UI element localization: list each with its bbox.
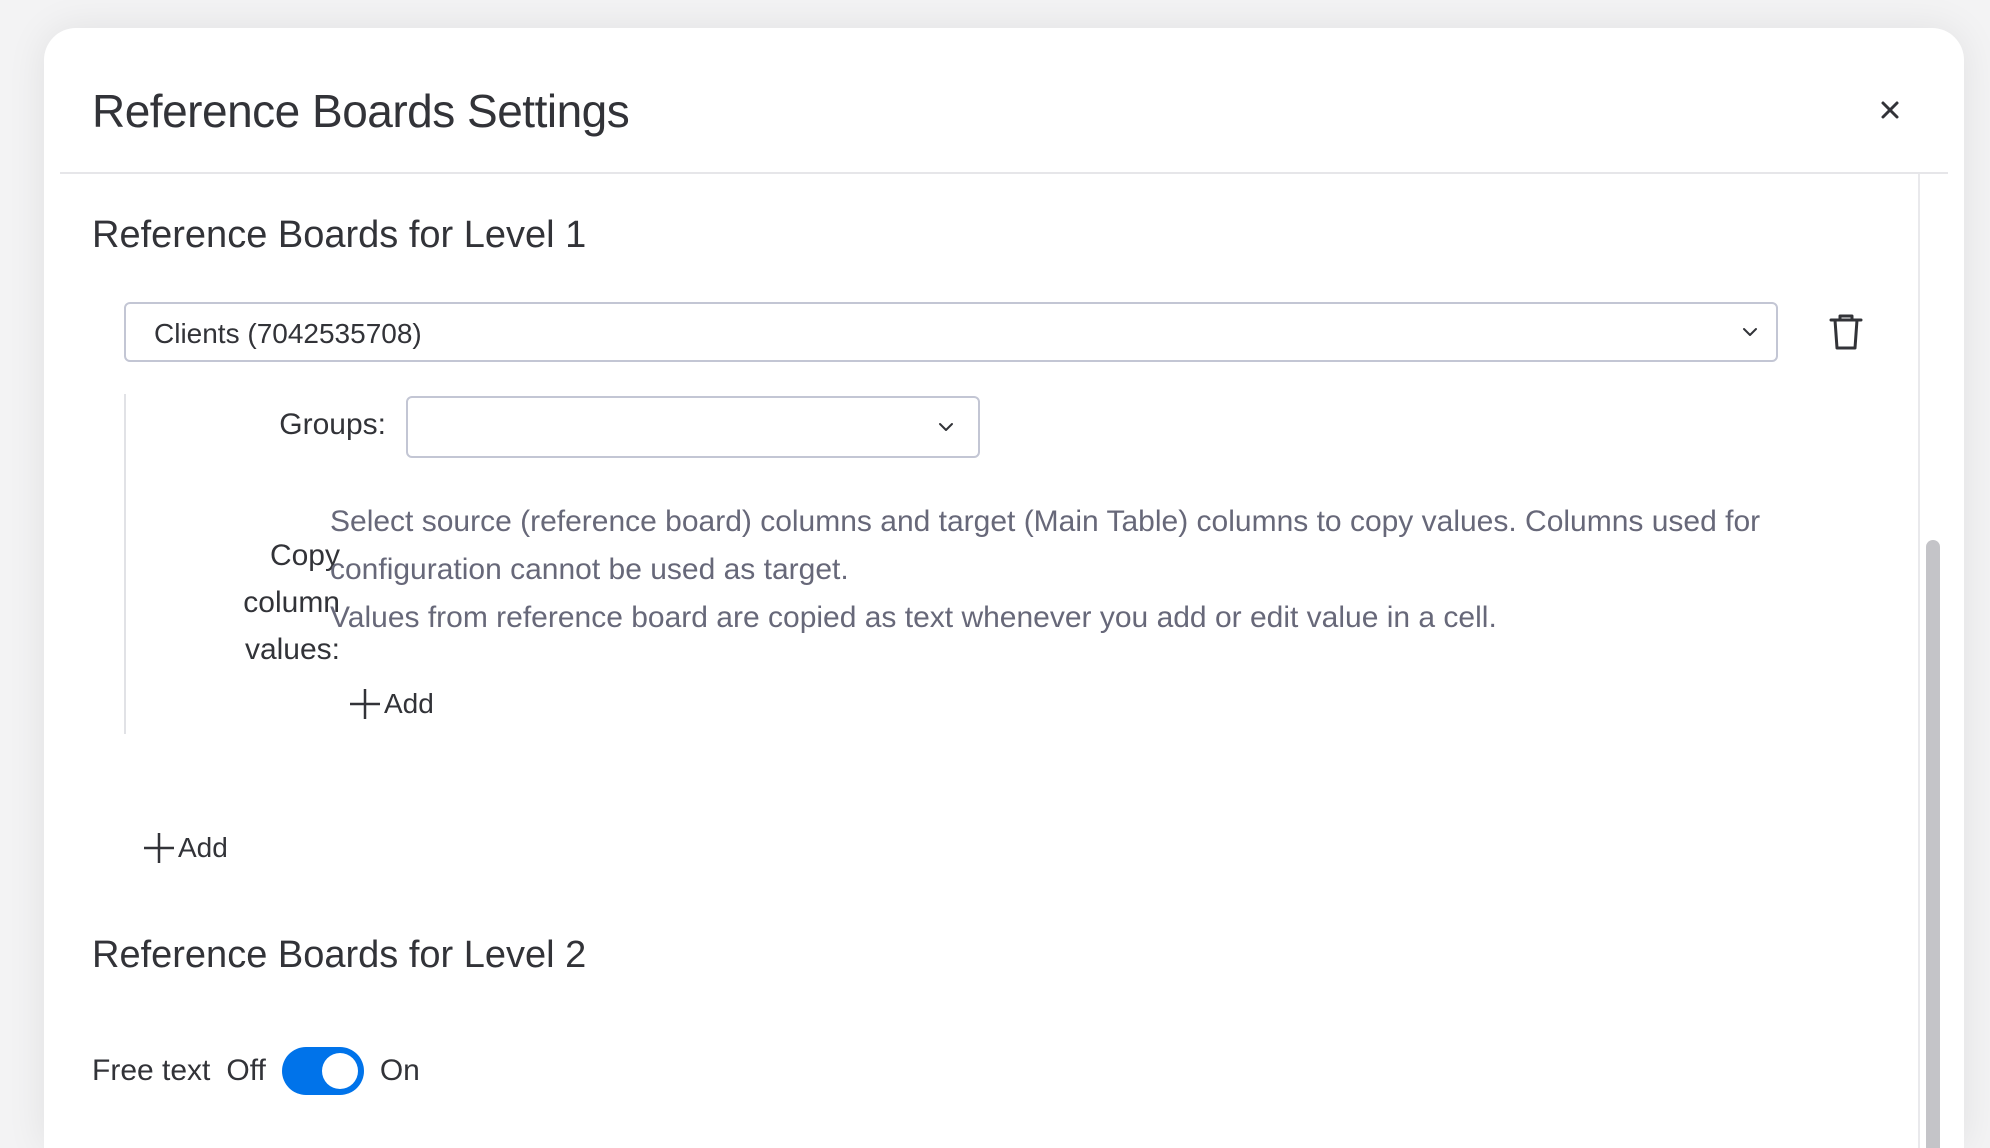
copy-description-line2: Values from reference board are copied a… [330,601,1497,634]
close-button[interactable] [1870,90,1910,130]
chevron-down-icon [1743,328,1757,336]
reference-board-select-value: Clients (7042535708) [154,318,422,349]
add-copy-column-label: Add [384,688,434,719]
toggle-knob [321,1053,358,1089]
free-text-toggle-row: Free text Off On [92,1046,420,1096]
header-divider [60,172,1948,174]
add-reference-board-button[interactable]: Add [142,828,228,868]
delete-board-button[interactable] [1828,312,1864,352]
reference-boards-settings-dialog: Reference Boards Settings Reference Boar… [44,28,1964,1148]
level1-section-title: Reference Boards for Level 1 [92,214,587,256]
copy-description-line1: Select source (reference board) columns … [330,505,1761,586]
free-text-label: Free text [92,1054,211,1087]
add-reference-board-label: Add [178,832,228,863]
add-copy-column-button[interactable]: Add [348,684,434,724]
free-text-toggle[interactable] [281,1047,364,1095]
plus-icon [350,689,380,719]
trash-icon [1829,314,1863,350]
plus-icon [144,833,174,863]
copy-description: Select source (reference board) columns … [330,498,1810,642]
dialog-header: Reference Boards Settings [44,28,1964,172]
reference-board-select[interactable]: Clients (7042535708) [124,302,1778,362]
groups-label: Groups: [279,408,386,441]
level2-section-title: Reference Boards for Level 2 [92,934,587,976]
toggle-off-label: Off [226,1054,266,1087]
board-config-panel-border [124,394,126,734]
dialog-title: Reference Boards Settings [92,85,630,137]
toggle-on-label: On [379,1054,420,1087]
chevron-down-icon [939,423,953,431]
scrollbar-track[interactable] [1918,174,1920,1148]
groups-select[interactable] [406,396,980,458]
close-icon [1881,101,1899,119]
scrollbar-thumb[interactable] [1926,540,1940,1148]
copy-column-values-label: Copy column values: [243,539,340,666]
